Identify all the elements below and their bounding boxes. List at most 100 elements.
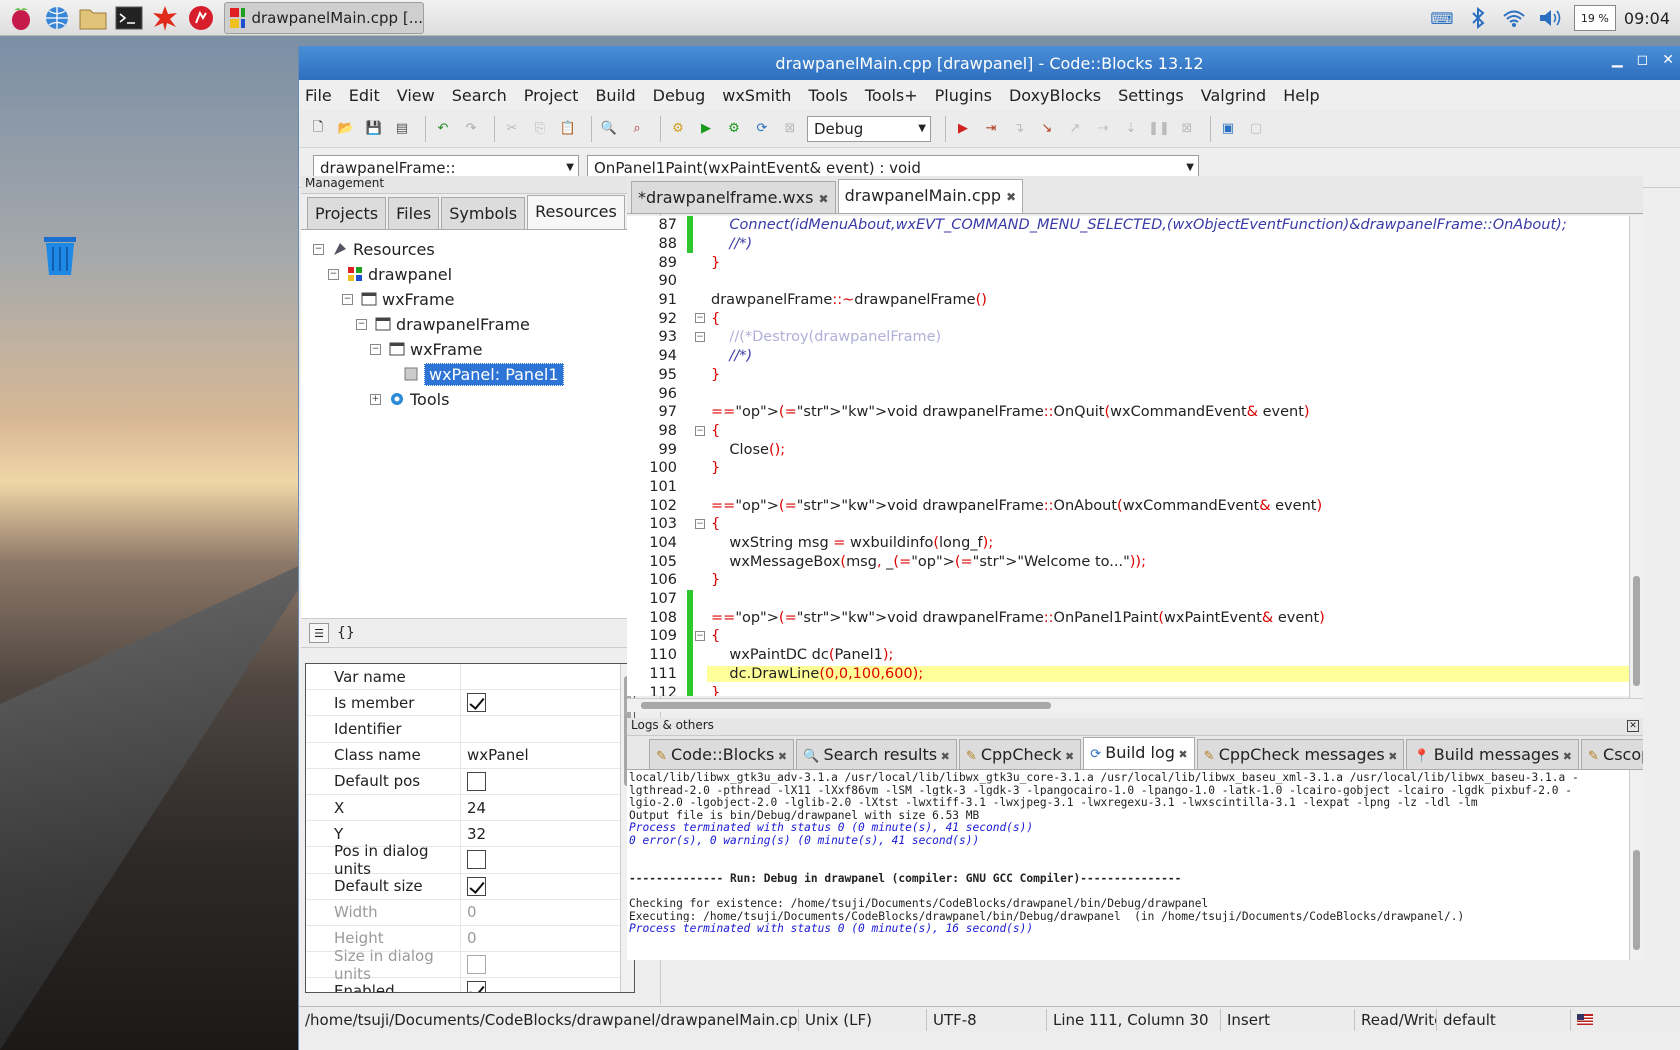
property-row[interactable]: Default size: [306, 873, 634, 900]
bluetooth-icon[interactable]: [1466, 6, 1490, 30]
code-line[interactable]: 92 −{: [627, 309, 1629, 328]
menu-view[interactable]: View: [397, 86, 435, 105]
open-file-icon[interactable]: 📂: [335, 118, 357, 140]
checkbox[interactable]: [467, 771, 486, 791]
property-value[interactable]: 24: [461, 795, 634, 820]
web-browser-icon[interactable]: [42, 3, 72, 33]
property-checkbox[interactable]: [461, 952, 634, 977]
tab-cppcheck-messages[interactable]: ✎ CppCheck messages ✖: [1196, 739, 1405, 769]
save-all-icon[interactable]: ▤: [391, 118, 413, 140]
property-checkbox[interactable]: [461, 690, 634, 715]
keyboard-icon[interactable]: ⌨: [1430, 6, 1454, 30]
code-line[interactable]: 98 −{: [627, 422, 1629, 441]
step-instruction-icon[interactable]: ⇣: [1120, 118, 1142, 140]
code-line[interactable]: 101: [627, 478, 1629, 497]
code-line[interactable]: 90: [627, 272, 1629, 291]
code-line[interactable]: 89}: [627, 253, 1629, 272]
code-line[interactable]: 88 //*): [627, 234, 1629, 254]
run-icon[interactable]: ▶: [695, 118, 717, 140]
tab-symbols[interactable]: Symbols: [441, 197, 526, 229]
cpu-monitor[interactable]: 19 %: [1573, 5, 1616, 31]
code-line[interactable]: 108 =="op">(="str">"kw">void drawpanelFra…: [627, 608, 1629, 628]
build-target-select[interactable]: Debug ▼: [807, 115, 931, 142]
tab-search-results[interactable]: 🔍 Search results ✖: [796, 739, 957, 769]
collapse-icon[interactable]: −: [328, 268, 339, 280]
build-log[interactable]: local/lib/libwx_gtk3u_adv-3.1.a /usr/loc…: [627, 770, 1643, 960]
fold-icon[interactable]: −: [695, 425, 705, 436]
close-icon[interactable]: ✖: [774, 750, 787, 763]
abort-icon[interactable]: ⊠: [779, 118, 801, 140]
file-manager-icon[interactable]: [78, 3, 108, 33]
log-scrollbar[interactable]: [1629, 770, 1643, 960]
collapse-icon[interactable]: −: [370, 343, 381, 355]
code-line[interactable]: 94 //*): [627, 347, 1629, 366]
wolfram-icon[interactable]: [186, 3, 216, 33]
collapse-icon[interactable]: −: [342, 293, 353, 305]
math-kernel-icon[interactable]: [150, 3, 180, 33]
code-line[interactable]: 107: [627, 589, 1629, 609]
volume-icon[interactable]: [1538, 6, 1562, 30]
tab-build-log[interactable]: ⟳ Build log ✖: [1083, 737, 1195, 769]
fold-icon[interactable]: −: [695, 332, 705, 343]
menu-debug[interactable]: Debug: [653, 86, 706, 105]
menu-valgrind[interactable]: Valgrind: [1201, 86, 1266, 105]
checkbox[interactable]: [467, 693, 486, 713]
expand-icon[interactable]: +: [370, 393, 381, 405]
tree-node-panel1[interactable]: wxPanel: Panel1: [403, 362, 564, 386]
close-icon[interactable]: ✕: [1662, 52, 1674, 68]
property-value[interactable]: 32: [461, 821, 634, 846]
property-row[interactable]: Pos in dialog units: [306, 842, 634, 878]
tab-cscope[interactable]: ✎ Cscope: [1580, 739, 1643, 769]
find-icon[interactable]: 🔍: [598, 118, 620, 140]
debug-run-icon[interactable]: ▶: [952, 118, 974, 140]
terminal-icon[interactable]: [114, 3, 144, 33]
editor-hscrollbar[interactable]: [627, 698, 1643, 712]
tree-node-wxframe-child[interactable]: − wxFrame: [370, 338, 482, 360]
menu-plugins[interactable]: Plugins: [935, 86, 992, 105]
code-line[interactable]: 104 wxString msg = wxbuildinfo(long_f);: [627, 534, 1629, 553]
paste-icon[interactable]: 📋: [557, 118, 579, 140]
tree-node-resources[interactable]: − Resources: [313, 238, 435, 260]
window-titlebar[interactable]: drawpanelMain.cpp [drawpanel] - Code::Bl…: [299, 46, 1680, 80]
menu-edit[interactable]: Edit: [349, 86, 380, 105]
tree-node-tools[interactable]: + Tools: [370, 388, 449, 410]
menu-build[interactable]: Build: [595, 86, 635, 105]
code-line[interactable]: 106}: [627, 571, 1629, 590]
code-line[interactable]: 103 −{: [627, 515, 1629, 534]
property-checkbox[interactable]: [461, 769, 634, 794]
properties-view-icon[interactable]: ☰: [309, 623, 329, 643]
debug-windows-icon[interactable]: ▣: [1217, 118, 1239, 140]
menu-tools[interactable]: Tools+: [865, 86, 918, 105]
save-icon[interactable]: 💾: [363, 118, 385, 140]
tree-node-drawpanelframe[interactable]: − drawpanelFrame: [356, 313, 530, 335]
copy-icon[interactable]: ⎘: [529, 118, 551, 140]
tree-node-drawpanel[interactable]: − drawpanel: [328, 263, 452, 285]
property-row[interactable]: Is member: [306, 690, 634, 717]
menu-wxsmith[interactable]: wxSmith: [722, 86, 791, 105]
build-run-icon[interactable]: ⚙: [723, 118, 745, 140]
tab-build-messages[interactable]: 📍 Build messages ✖: [1406, 739, 1579, 769]
code-line[interactable]: 112}: [627, 683, 1629, 696]
property-row[interactable]: Enabled: [306, 978, 634, 992]
tab-code-blocks[interactable]: ✎ Code::Blocks ✖: [649, 739, 795, 769]
code-line[interactable]: 111 dc.DrawLine(0,0,100,600);: [627, 664, 1629, 684]
collapse-icon[interactable]: −: [313, 243, 324, 255]
fold-icon[interactable]: −: [695, 519, 705, 529]
trash-icon[interactable]: [38, 233, 82, 277]
close-icon[interactable]: ✖: [1062, 750, 1074, 763]
property-value[interactable]: 0: [461, 900, 634, 925]
rebuild-icon[interactable]: ⟳: [751, 118, 773, 140]
debug-info-icon[interactable]: ▢: [1245, 118, 1267, 140]
close-icon[interactable]: ✖: [1559, 750, 1572, 763]
code-editor[interactable]: 87 Connect(idMenuAbout,wxEVT_COMMAND_MEN…: [627, 216, 1629, 696]
checkbox[interactable]: [467, 876, 486, 896]
code-line[interactable]: 110 wxPaintDC dc(Panel1);: [627, 645, 1629, 665]
taskbar-task-codeblocks[interactable]: drawpanelMain.cpp [...: [224, 1, 424, 34]
property-row[interactable]: Size in dialog units: [306, 947, 634, 983]
next-line-icon[interactable]: ↴: [1008, 118, 1030, 140]
wifi-icon[interactable]: [1502, 6, 1526, 30]
close-icon[interactable]: ✖: [1006, 190, 1016, 204]
raspberry-menu-icon[interactable]: [6, 3, 36, 33]
run-to-cursor-icon[interactable]: ⇥: [980, 118, 1002, 140]
property-row[interactable]: X 24: [306, 794, 634, 822]
